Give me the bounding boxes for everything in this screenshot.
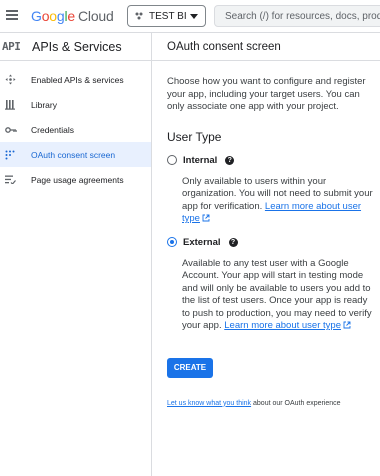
api-icon: API [2, 40, 21, 53]
logo-cloud-text: Cloud [78, 8, 114, 24]
sidebar-item-label: Credentials [31, 124, 74, 135]
help-icon[interactable]: ? [228, 237, 238, 247]
main-panel: OAuth consent screen Choose how you want… [152, 33, 380, 476]
internal-option[interactable]: Internal ? [167, 155, 370, 166]
user-type-title: User Type [167, 129, 222, 144]
external-description: Available to any test user with a Google… [182, 258, 377, 333]
feedback-text: about our OAuth experience [253, 399, 341, 407]
top-bar: Google Cloud TEST BI Search (/) for resou… [0, 0, 380, 33]
external-label: External [183, 236, 221, 248]
page-usage-icon [0, 175, 31, 184]
learn-more-user-type-link[interactable]: Learn more about user type [224, 320, 341, 331]
sidebar-item-label: Library [31, 99, 57, 110]
enabled-apis-icon [0, 74, 31, 85]
external-link-icon [202, 214, 210, 222]
main-content: Choose how you want to configure and reg… [152, 76, 380, 407]
internal-description: Only available to users within your orga… [182, 176, 377, 226]
project-icon [135, 12, 143, 20]
sidebar-nav: Enabled APIs & services Library Credenti… [0, 67, 151, 192]
project-name: TEST BI [149, 10, 187, 22]
oauth-consent-icon [0, 150, 31, 160]
page-title: OAuth consent screen [152, 33, 380, 61]
logo-letter: G [31, 8, 42, 24]
internal-label: Internal [183, 154, 218, 166]
feedback-line: Let us know what you think about our OAu… [167, 400, 370, 407]
internal-radio[interactable] [167, 155, 177, 165]
sidebar-item-oauth-consent-screen[interactable]: OAuth consent screen [0, 142, 151, 167]
sidebar-item-page-usage-agreements[interactable]: Page usage agreements [0, 167, 151, 192]
search-input[interactable]: Search (/) for resources, docs, products [214, 5, 380, 27]
logo-letter: o [49, 8, 57, 24]
key-icon [0, 126, 31, 134]
create-button[interactable]: CREATE [167, 357, 213, 378]
help-icon[interactable]: ? [225, 155, 235, 165]
project-selector[interactable]: TEST BI [127, 5, 206, 27]
sidebar-header: API APIs & Services [0, 33, 151, 61]
library-icon [0, 99, 31, 110]
google-cloud-logo[interactable]: Google Cloud [31, 8, 114, 24]
sidebar: API APIs & Services Enabled APIs & servi… [0, 33, 152, 476]
chevron-down-icon [190, 14, 198, 19]
external-link-icon [343, 321, 351, 329]
sidebar-item-label: OAuth consent screen [31, 149, 116, 160]
external-option[interactable]: External ? [167, 237, 370, 248]
external-radio[interactable] [167, 237, 177, 247]
sidebar-item-label: Enabled APIs & services [31, 74, 124, 85]
menu-icon[interactable] [6, 10, 18, 20]
intro-text: Choose how you want to configure and reg… [167, 76, 366, 112]
sidebar-item-enabled-apis[interactable]: Enabled APIs & services [0, 67, 151, 92]
feedback-link[interactable]: Let us know what you think [167, 400, 251, 407]
sidebar-item-credentials[interactable]: Credentials [0, 117, 151, 142]
sidebar-item-label: Page usage agreements [31, 174, 124, 185]
logo-letter: e [67, 8, 75, 24]
sidebar-title: APIs & Services [32, 39, 122, 54]
sidebar-item-library[interactable]: Library [0, 92, 151, 117]
